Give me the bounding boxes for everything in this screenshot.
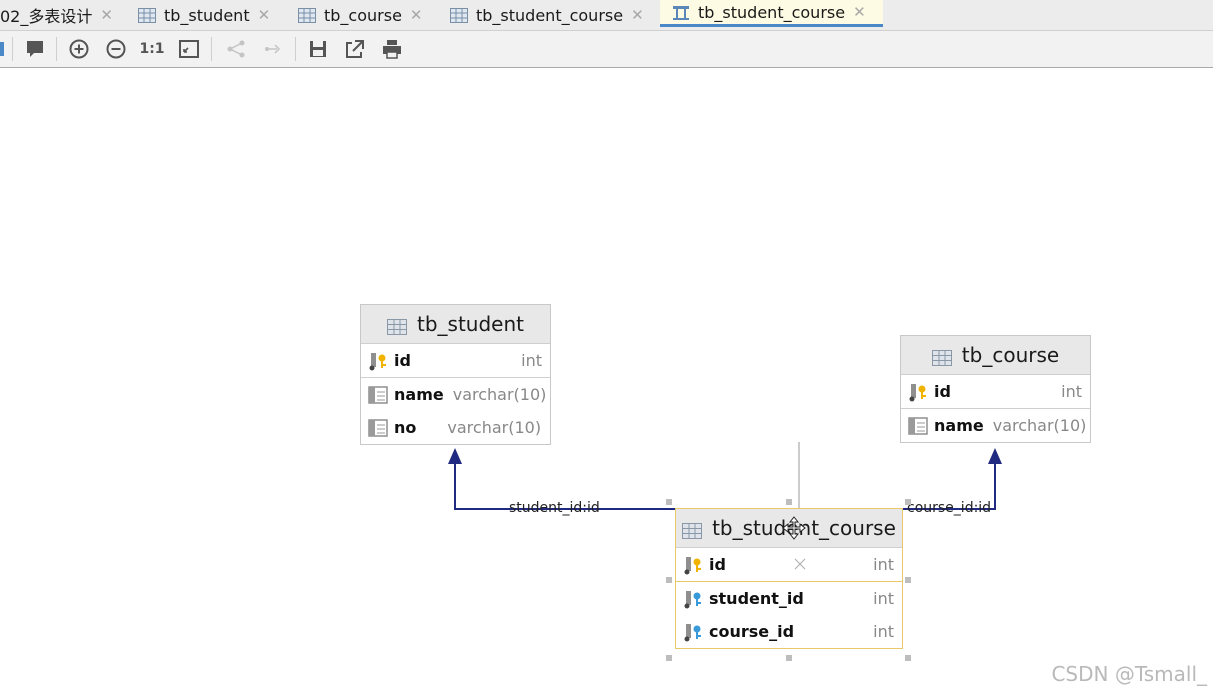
close-icon[interactable]: ✕ xyxy=(258,6,271,24)
column-row[interactable]: name varchar(10) xyxy=(361,378,550,411)
resize-handle[interactable] xyxy=(666,499,672,505)
apply-layout-icon[interactable] xyxy=(262,38,284,60)
tab-tb-student-course[interactable]: tb_student_course ✕ xyxy=(450,0,644,30)
resize-handle[interactable] xyxy=(905,655,911,661)
column-name: course_id xyxy=(709,622,795,641)
column-name: id xyxy=(934,382,951,401)
column-row[interactable]: name varchar(10) xyxy=(901,409,1090,442)
tab-tb-course[interactable]: tb_course ✕ xyxy=(298,0,423,30)
foreign-key-icon xyxy=(683,622,703,642)
tab-label: tb_course xyxy=(324,5,402,25)
resize-handle[interactable] xyxy=(905,499,911,505)
column-icon xyxy=(908,416,928,436)
primary-key-icon xyxy=(908,382,928,402)
column-type: int xyxy=(873,555,894,574)
close-icon[interactable]: ✕ xyxy=(853,3,866,21)
column-row[interactable]: course_id int xyxy=(676,615,902,648)
column-row[interactable]: student_id int xyxy=(676,582,902,615)
column-name: student_id xyxy=(709,589,804,608)
fit-content-icon[interactable] xyxy=(178,38,200,60)
resize-handle[interactable] xyxy=(905,577,911,583)
resize-handle[interactable] xyxy=(786,499,792,505)
foreign-key-icon xyxy=(683,589,703,609)
close-icon[interactable]: ✕ xyxy=(410,6,423,24)
editor-tab-bar: 02_多表设计 ✕ tb_student ✕ tb_course ✕ tb_st… xyxy=(0,0,1213,31)
tab-tb-student[interactable]: tb_student ✕ xyxy=(138,0,270,30)
column-name: name xyxy=(934,416,984,435)
column-name: no xyxy=(394,418,417,437)
column-row[interactable]: id int xyxy=(361,344,550,378)
column-icon xyxy=(368,385,388,405)
entity-name: tb_student xyxy=(417,312,524,336)
close-icon[interactable]: ✕ xyxy=(631,6,644,24)
layout-icon[interactable] xyxy=(225,38,247,60)
column-row[interactable]: id int xyxy=(901,375,1090,409)
table-icon xyxy=(682,520,703,539)
select-tool-icon[interactable] xyxy=(0,38,10,60)
tab-label: 02_多表设计 xyxy=(0,7,93,26)
resize-handle[interactable] xyxy=(666,577,672,583)
comment-icon[interactable] xyxy=(24,38,46,60)
tab-02-multi-table-design[interactable]: 02_多表设计 ✕ xyxy=(0,0,113,30)
column-name: id xyxy=(709,555,726,574)
tab-tb-student-course-diagram[interactable]: tb_student_course ✕ xyxy=(660,0,883,27)
zoom-in-icon[interactable] xyxy=(68,38,90,60)
entity-header: tb_course xyxy=(901,336,1090,375)
table-icon xyxy=(298,7,316,23)
tab-label: tb_student xyxy=(164,5,250,25)
tab-label: tb_student_course xyxy=(698,2,846,22)
save-icon[interactable] xyxy=(307,38,329,60)
column-type: int xyxy=(1061,382,1082,401)
resize-handle[interactable] xyxy=(666,655,672,661)
column-row[interactable]: id int xyxy=(676,548,902,582)
table-icon xyxy=(387,316,407,335)
diagram-toolbar: 1:1 xyxy=(0,31,1213,68)
watermark: CSDN @Tsmall_ xyxy=(1051,662,1207,686)
toolbar-separator xyxy=(211,37,212,61)
diagram-canvas[interactable]: student_id:id course_id:id tb_student id… xyxy=(0,68,1213,692)
toolbar-separator xyxy=(56,37,57,61)
table-icon xyxy=(450,7,468,23)
column-icon xyxy=(368,418,388,438)
table-icon xyxy=(931,347,952,366)
diagram-icon xyxy=(672,5,690,20)
entity-tb-student[interactable]: tb_student id int name varchar(10) no va… xyxy=(360,304,551,445)
student-relation-arrow xyxy=(448,448,462,464)
actual-size-icon[interactable]: 1:1 xyxy=(139,38,164,60)
table-icon xyxy=(138,7,156,23)
move-cursor-icon xyxy=(782,516,806,540)
export-icon[interactable] xyxy=(344,38,366,60)
column-type: int xyxy=(873,589,894,608)
column-name: name xyxy=(394,385,444,404)
zoom-out-icon[interactable] xyxy=(105,38,127,60)
toolbar-separator xyxy=(12,37,13,61)
relation-label-student: student_id:id xyxy=(509,500,600,516)
primary-key-icon xyxy=(683,555,703,575)
course-relation-arrow xyxy=(988,448,1002,464)
column-type: varchar(10) xyxy=(452,385,547,404)
tab-label: tb_student_course xyxy=(476,5,624,25)
column-row[interactable]: no varchar(10) xyxy=(361,411,550,444)
column-type: varchar(10) xyxy=(447,418,542,437)
column-type: int xyxy=(873,622,894,641)
column-name: id xyxy=(394,351,411,370)
column-type: int xyxy=(521,351,542,370)
entity-tb-course[interactable]: tb_course id int name varchar(10) xyxy=(900,335,1091,443)
toolbar-separator xyxy=(295,37,296,61)
close-icon[interactable]: ✕ xyxy=(100,6,113,24)
entity-header: tb_student xyxy=(361,305,550,344)
entity-name: tb_course xyxy=(961,343,1060,367)
primary-key-icon xyxy=(368,351,388,371)
column-type: varchar(10) xyxy=(992,416,1087,435)
resize-handle[interactable] xyxy=(786,655,792,661)
cursor-cross-icon xyxy=(794,558,806,570)
print-icon[interactable] xyxy=(381,38,403,60)
relation-label-course: course_id:id xyxy=(907,500,992,516)
